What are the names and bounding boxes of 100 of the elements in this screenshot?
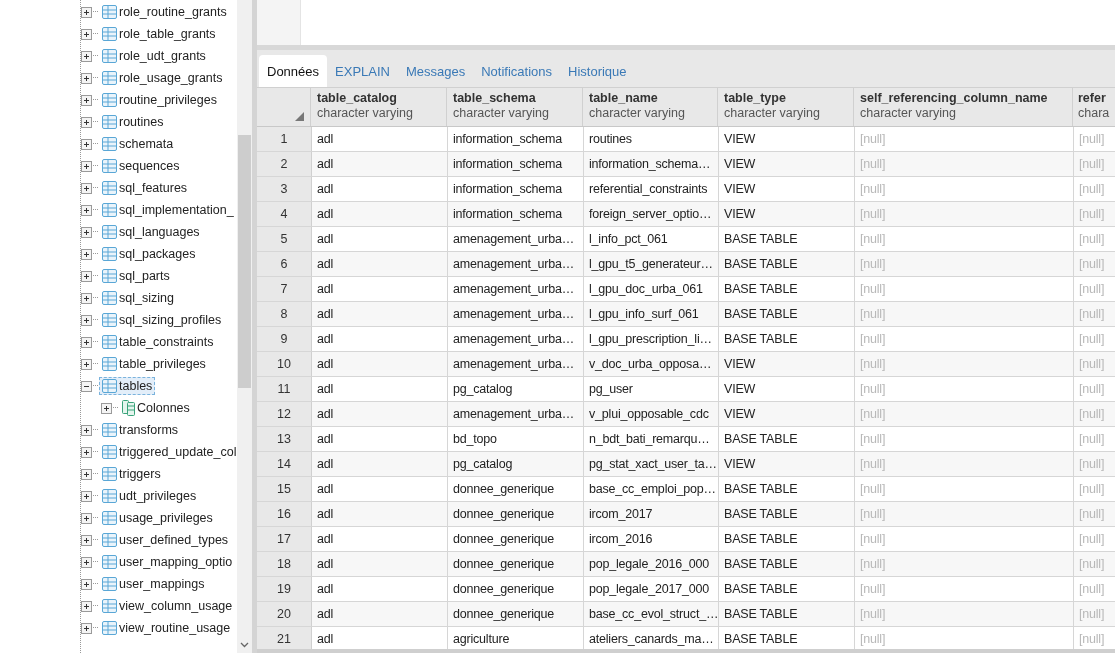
expand-icon[interactable] [81,226,92,238]
table-cell: [null] [855,152,1074,176]
tree-item[interactable]: sql_sizing [99,289,177,307]
table-icon [102,93,117,107]
table-cell: BASE TABLE [719,477,855,501]
expand-icon[interactable] [81,50,92,62]
collapse-icon[interactable] [81,380,92,392]
tree-item[interactable]: role_udt_grants [99,47,209,65]
tree-item[interactable]: table_constraints [99,333,217,351]
table-icon [102,115,117,129]
tree-item[interactable]: sql_packages [99,245,199,263]
tree-item[interactable]: transforms [99,421,182,439]
tree-item[interactable]: udt_privileges [99,487,200,505]
table-cell: adl [312,277,448,301]
table-cell: l_gpu_info_surf_061 [584,302,719,326]
tab[interactable]: Données [259,55,328,87]
expand-icon[interactable] [81,314,92,326]
table-icon [102,445,117,459]
expand-icon[interactable] [101,402,112,414]
column-type: character varying [317,106,413,120]
table-cell: ircom_2017 [584,502,719,526]
table-icon [102,269,117,283]
expand-icon[interactable] [81,578,92,590]
table-cell: [null] [1074,602,1115,626]
tree-item[interactable]: schemata [99,135,177,153]
table-icon [102,335,117,349]
table-cell: [null] [1074,377,1115,401]
expand-icon[interactable] [81,138,92,150]
table-cell: amenagement_urba… [448,327,584,351]
table-cell: donnee_generique [448,577,584,601]
expand-icon[interactable] [81,534,92,546]
table-cell: [null] [1074,177,1115,201]
table-cell: adl [312,252,448,276]
expand-icon[interactable] [81,622,92,634]
expand-icon[interactable] [81,116,92,128]
expand-icon[interactable] [81,468,92,480]
scroll-down-icon[interactable] [240,642,249,648]
tree-item[interactable]: sql_languages [99,223,203,241]
table-cell: routines [584,127,719,151]
tree-item[interactable]: role_routine_grants [99,3,230,21]
corner-triangle-icon[interactable] [295,112,304,121]
tree-item[interactable]: routines [99,113,167,131]
table-icon [102,489,117,503]
expand-icon[interactable] [81,490,92,502]
tree-item[interactable]: usage_privileges [99,509,216,527]
expand-icon[interactable] [81,94,92,106]
tree-item[interactable]: sql_sizing_profiles [99,311,225,329]
tree-item[interactable]: view_column_usage [99,597,236,615]
tree-item[interactable]: role_usage_grants [99,69,226,87]
expand-icon[interactable] [81,182,92,194]
table-cell: [null] [1074,427,1115,451]
table-cell: pg_catalog [448,377,584,401]
tree-item[interactable]: tables [99,377,156,395]
expand-icon[interactable] [81,160,92,172]
tree-item[interactable]: triggered_update_col [99,443,237,461]
table-cell: donnee_generique [448,502,584,526]
row-number: 12 [257,402,312,426]
tree-item[interactable]: user_defined_types [99,531,232,549]
table-cell: adl [312,452,448,476]
tree-item[interactable]: sequences [99,157,183,175]
table-cell: [null] [1074,402,1115,426]
expand-icon[interactable] [81,292,92,304]
table-cell: adl [312,202,448,226]
tree-item[interactable]: role_table_grants [99,25,219,43]
expand-icon[interactable] [81,556,92,568]
tree-item[interactable]: user_mapping_optio [99,553,236,571]
expand-icon[interactable] [81,204,92,216]
tab[interactable]: Notifications [473,55,561,87]
expand-icon[interactable] [81,358,92,370]
table-cell: BASE TABLE [719,277,855,301]
table-icon [102,203,117,217]
column-type: character varying [589,106,685,120]
tab[interactable]: Messages [397,55,474,87]
expand-icon[interactable] [81,28,92,40]
expand-icon[interactable] [81,336,92,348]
expand-icon[interactable] [81,72,92,84]
expand-icon[interactable] [81,446,92,458]
tree-item[interactable]: sql_features [99,179,191,197]
table-cell: information_schema… [584,152,719,176]
tree-item[interactable]: view_routine_usage [99,619,234,637]
row-number: 18 [257,552,312,576]
expand-icon[interactable] [81,248,92,260]
expand-icon[interactable] [81,600,92,612]
expand-icon[interactable] [81,6,92,18]
table-cell: information_schema [448,202,584,226]
tree-item[interactable]: sql_parts [99,267,173,285]
tree-item[interactable]: table_privileges [99,355,209,373]
tree-item[interactable]: user_mappings [99,575,208,593]
tree-item[interactable]: routine_privileges [99,91,220,109]
expand-icon[interactable] [81,424,92,436]
tab[interactable]: EXPLAIN [327,55,398,87]
tree-item[interactable]: Colonnes [119,398,193,418]
table-cell: VIEW [719,177,855,201]
expand-icon[interactable] [81,512,92,524]
expand-icon[interactable] [81,270,92,282]
tab[interactable]: Historique [560,55,635,87]
tree-item[interactable]: triggers [99,465,164,483]
table-cell: information_schema [448,152,584,176]
table-cell: [null] [855,252,1074,276]
tree-item[interactable]: sql_implementation_ [99,201,237,219]
